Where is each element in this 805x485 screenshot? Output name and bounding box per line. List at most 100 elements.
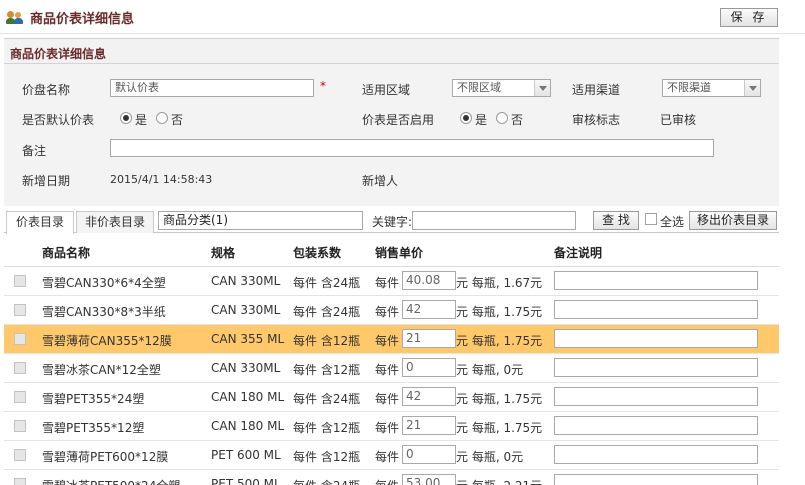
pack-factor: 每件 含24瓶 bbox=[293, 477, 360, 485]
row-checkbox[interactable] bbox=[14, 304, 26, 316]
pack-factor: 每件 含12瓶 bbox=[293, 421, 361, 435]
region-select[interactable]: 不限区域 bbox=[452, 79, 551, 97]
per-bottle-price: 元 每瓶, 0元 bbox=[456, 363, 524, 377]
column-header-pack: 包装系数 bbox=[293, 246, 342, 260]
required-mark: * bbox=[320, 79, 326, 93]
row-checkbox[interactable] bbox=[14, 420, 26, 432]
users-icon bbox=[6, 10, 24, 25]
price-unit: 每件 bbox=[375, 392, 400, 406]
chevron-down-icon bbox=[744, 80, 760, 96]
remove-from-catalog-button[interactable]: 移出价表目录 bbox=[689, 211, 777, 230]
price-input[interactable]: 0 bbox=[402, 358, 456, 377]
product-name: 雪碧PET355*12塑 bbox=[42, 421, 145, 435]
default-yes-label: 是 bbox=[135, 113, 148, 127]
window-header: 商品价表详细信息 保 存 bbox=[0, 0, 805, 34]
default-no-label: 否 bbox=[171, 113, 184, 127]
product-name: 雪碧薄荷PET600*12膜 bbox=[42, 450, 169, 464]
tab-price-catalog[interactable]: 价表目录 bbox=[6, 211, 74, 234]
default-label: 是否默认价表 bbox=[22, 113, 95, 127]
remark-row-input[interactable] bbox=[554, 300, 758, 319]
remark-row-input[interactable] bbox=[554, 271, 758, 290]
select-all-checkbox[interactable] bbox=[645, 213, 657, 225]
row-checkbox[interactable] bbox=[14, 478, 26, 485]
product-name: 雪碧CAN330*6*4全塑 bbox=[42, 276, 166, 290]
table-row[interactable]: 雪碧冰茶PET500*24全塑 PET 500 ML 每件 含24瓶 每件53.00元… bbox=[4, 470, 779, 485]
remark-input[interactable] bbox=[110, 139, 714, 157]
audit-value: 已审核 bbox=[660, 113, 697, 127]
pack-factor: 每件 含24瓶 bbox=[293, 276, 361, 290]
price-unit: 每件 bbox=[375, 363, 400, 377]
product-name: 雪碧PET355*24塑 bbox=[42, 392, 145, 406]
column-header-spec: 规格 bbox=[211, 246, 236, 260]
pack-factor: 每件 含24瓶 bbox=[293, 392, 361, 406]
price-input[interactable]: 21 bbox=[402, 329, 456, 348]
price-input[interactable]: 0 bbox=[402, 445, 456, 464]
category-input[interactable]: 商品分类(1) bbox=[158, 211, 363, 230]
table-row[interactable]: 雪碧薄荷PET600*12膜 PET 600 ML 每件 含12瓶 每件 0 元 每瓶, … bbox=[4, 441, 779, 470]
price-unit: 每件 bbox=[375, 477, 399, 485]
table-row[interactable]: 雪碧PET355*24塑 CAN 180 ML 每件 含24瓶 每件 42 元 每瓶, 1… bbox=[4, 383, 779, 412]
price-unit: 每件 bbox=[375, 334, 400, 348]
row-checkbox[interactable] bbox=[14, 391, 26, 403]
search-button[interactable]: 查 找 bbox=[593, 211, 639, 230]
price-input[interactable]: 53.00 bbox=[402, 474, 456, 485]
remark-row-input[interactable] bbox=[554, 474, 758, 485]
price-input[interactable]: 21 bbox=[402, 416, 456, 435]
pack-factor: 每件 含24瓶 bbox=[293, 305, 361, 319]
per-bottle-price: 元 每瓶, 0元 bbox=[456, 450, 524, 464]
enabled-no-radio[interactable] bbox=[496, 112, 508, 124]
remark-row-input[interactable] bbox=[554, 445, 758, 464]
table-row[interactable]: 雪碧PET355*12塑 CAN 180 ML 每件 含12瓶 每件 21 元 每瓶, 1… bbox=[4, 412, 779, 441]
region-select-value: 不限区域 bbox=[457, 81, 501, 94]
section-header: 商品价表详细信息 bbox=[4, 38, 779, 64]
region-label: 适用区域 bbox=[362, 83, 411, 97]
channel-select-value: 不限渠道 bbox=[667, 81, 711, 94]
price-unit: 每件 bbox=[375, 421, 400, 435]
catalog-tabs: 价表目录 非价表目录 商品分类(1) 关键字: 查 找 全选 移出价表目录 bbox=[4, 208, 779, 234]
table-row[interactable]: 雪碧CAN330*8*3半纸 CAN 330ML 每件 含24瓶 每件 42 元 每瓶, … bbox=[4, 296, 779, 325]
remark-row-input[interactable] bbox=[554, 329, 758, 348]
table-header: 商品名称 规格 包装系数 销售单价 备注说明 bbox=[4, 237, 779, 267]
product-name: 雪碧冰茶PET500*24全塑 bbox=[42, 477, 180, 485]
product-spec: CAN 330ML bbox=[211, 274, 281, 288]
per-bottle-price: 元 每瓶, 1.67元 bbox=[456, 276, 543, 290]
remark-row-input[interactable] bbox=[554, 387, 758, 406]
tab-non-price-catalog[interactable]: 非价表目录 bbox=[76, 211, 154, 233]
channel-label: 适用渠道 bbox=[572, 83, 621, 97]
default-no-radio[interactable] bbox=[156, 112, 168, 124]
column-header-name: 商品名称 bbox=[42, 246, 91, 260]
product-name: 雪碧冰茶CAN*12全塑 bbox=[42, 363, 161, 377]
channel-select[interactable]: 不限渠道 bbox=[662, 79, 761, 97]
price-input[interactable]: 42 bbox=[402, 387, 456, 406]
pack-factor: 每件 含12瓶 bbox=[293, 363, 361, 377]
remark-row-input[interactable] bbox=[554, 416, 758, 435]
product-spec: CAN 180 ML bbox=[211, 419, 285, 433]
price-list-name-input[interactable]: 默认价表 bbox=[110, 79, 314, 97]
table-row[interactable]: 雪碧薄荷CAN355*12膜 CAN 355 ML 每件 含12瓶 每件 21 元 每瓶,… bbox=[4, 325, 779, 354]
enabled-yes-radio[interactable] bbox=[460, 112, 472, 124]
keyword-label: 关键字: bbox=[372, 215, 413, 229]
product-spec: CAN 330ML bbox=[211, 361, 281, 375]
page-title: 商品价表详细信息 bbox=[6, 8, 134, 27]
page-title-text: 商品价表详细信息 bbox=[30, 12, 135, 27]
keyword-input[interactable] bbox=[412, 211, 576, 230]
price-input[interactable]: 42 bbox=[402, 300, 456, 319]
table-row[interactable]: 雪碧冰茶CAN*12全塑 CAN 330ML 每件 含12瓶 每件 0 元 每瓶, 0元 bbox=[4, 354, 779, 383]
row-checkbox[interactable] bbox=[14, 275, 26, 287]
price-unit: 每件 bbox=[375, 305, 400, 319]
row-checkbox[interactable] bbox=[14, 362, 26, 374]
row-checkbox[interactable] bbox=[14, 333, 26, 345]
column-header-price: 销售单价 bbox=[375, 246, 424, 260]
remark-row-input[interactable] bbox=[554, 358, 758, 377]
save-button[interactable]: 保 存 bbox=[720, 8, 778, 27]
product-spec: CAN 355 ML bbox=[211, 332, 285, 346]
column-header-remark: 备注说明 bbox=[554, 246, 603, 260]
default-yes-radio[interactable] bbox=[120, 112, 132, 124]
price-input[interactable]: 40.08 bbox=[402, 271, 456, 290]
per-bottle-price: 元 每瓶, 2.21元 bbox=[456, 477, 542, 485]
row-checkbox[interactable] bbox=[14, 449, 26, 461]
table-row[interactable]: 雪碧CAN330*6*4全塑 CAN 330ML 每件 含24瓶 每件 40.08 元 每… bbox=[4, 267, 779, 296]
per-bottle-price: 元 每瓶, 1.75元 bbox=[456, 305, 543, 319]
chevron-down-icon bbox=[534, 80, 550, 96]
product-spec: PET 600 ML bbox=[211, 448, 281, 462]
